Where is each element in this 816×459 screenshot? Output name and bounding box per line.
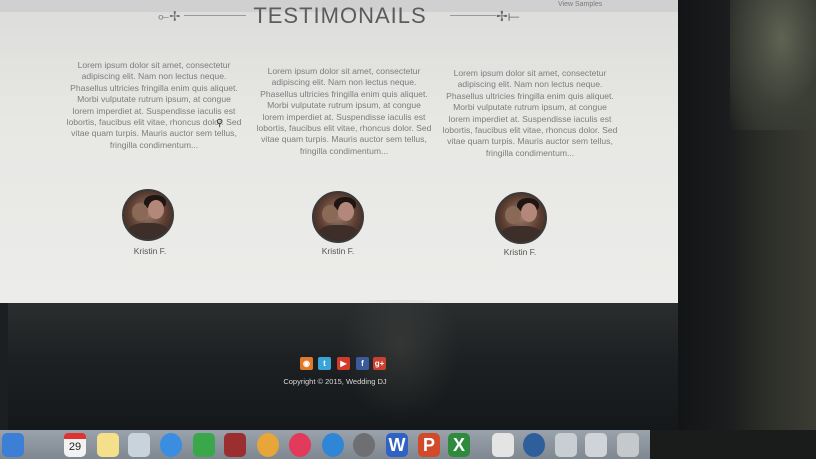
screen-icon[interactable] <box>585 433 607 457</box>
window-icon[interactable] <box>555 433 577 457</box>
calendar-day: 29 <box>68 441 82 453</box>
testimonial-author: Kristin F. <box>503 247 537 257</box>
testimonial-author: Kristin F. <box>321 246 355 256</box>
browser-page: View Samples ⟜✢ TESTIMONAILS ✢⟝ Lorem ip… <box>0 0 678 303</box>
rss-icon[interactable]: ◉ <box>300 357 313 370</box>
youtube-icon[interactable]: ▶ <box>337 357 350 370</box>
itunes-icon[interactable] <box>289 433 311 457</box>
document-icon[interactable] <box>492 433 514 457</box>
section-title: TESTIMONAILS <box>253 3 427 28</box>
excel-icon[interactable]: X <box>448 433 470 457</box>
avatar <box>495 192 547 244</box>
preview-icon[interactable] <box>128 433 150 457</box>
avatar <box>312 191 364 243</box>
messages-icon[interactable] <box>160 433 182 457</box>
testimonial-author: Kristin F. <box>133 246 167 256</box>
avatar <box>122 189 174 241</box>
notes-icon[interactable] <box>97 433 119 457</box>
desk-background <box>650 430 816 459</box>
trash-icon[interactable] <box>617 433 639 457</box>
testimonial-text: Lorem ipsum dolor sit amet, consectetur … <box>66 60 242 150</box>
system-preferences-icon[interactable] <box>353 433 375 457</box>
photo-booth-icon[interactable] <box>224 433 246 457</box>
background-glow <box>730 0 816 130</box>
ornament-right-icon: ✢⟝ <box>496 8 520 24</box>
magnifier-cursor-icon: ⚲ <box>216 118 224 129</box>
testimonials-heading: ⟜✢ TESTIMONAILS ✢⟝ <box>150 2 530 30</box>
google-plus-icon[interactable]: g+ <box>373 357 386 370</box>
photos-icon[interactable] <box>257 433 279 457</box>
quicktime-icon[interactable] <box>523 433 545 457</box>
heading-rule-right <box>450 15 496 16</box>
facebook-icon[interactable]: f <box>356 357 369 370</box>
app-store-icon[interactable] <box>322 433 344 457</box>
testimonial-text: Lorem ipsum dolor sit amet, consectetur … <box>442 68 618 158</box>
facetime-icon[interactable] <box>193 433 215 457</box>
browser-tab-2[interactable]: View Samples <box>552 0 608 10</box>
powerpoint-icon[interactable]: P <box>418 433 440 457</box>
testimonial-text: Lorem ipsum dolor sit amet, consectetur … <box>256 66 432 156</box>
copyright-text: Copyright © 2015, Wedding DJ <box>283 377 387 386</box>
twitter-icon[interactable]: t <box>318 357 331 370</box>
calendar-icon[interactable]: 29 <box>64 433 86 457</box>
word-icon[interactable]: W <box>386 433 408 457</box>
finder-icon[interactable] <box>2 433 24 457</box>
